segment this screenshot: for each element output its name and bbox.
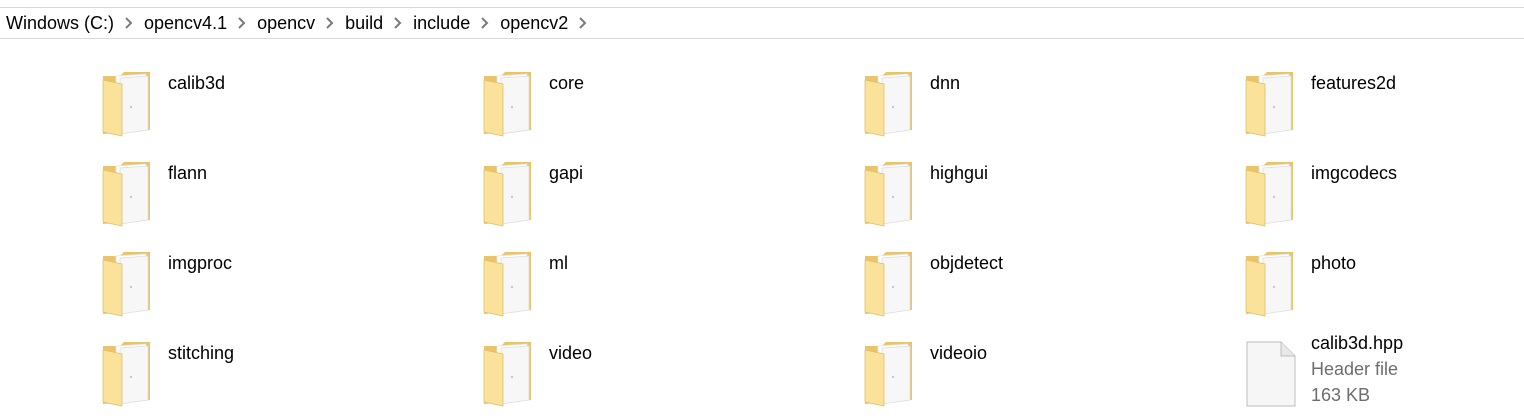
breadcrumb-item-opencv[interactable]: opencv (257, 13, 315, 34)
folder-icon (481, 250, 537, 318)
folder-item[interactable]: flann (100, 160, 460, 240)
folder-item[interactable]: gapi (481, 160, 841, 240)
folder-icon (100, 340, 156, 408)
folder-icon (862, 160, 918, 228)
folder-icon (481, 160, 537, 228)
chevron-right-icon[interactable] (315, 8, 345, 38)
folder-icon (1243, 160, 1299, 228)
folder-item[interactable]: ml (481, 250, 841, 330)
folder-item[interactable]: imgproc (100, 250, 460, 330)
folder-icon (862, 70, 918, 138)
folder-item[interactable]: dnn (862, 70, 1222, 150)
item-name: calib3d (168, 73, 226, 93)
item-name: objdetect (930, 253, 1004, 273)
folder-icon (481, 340, 537, 408)
item-name: photo (1311, 253, 1357, 273)
folder-item[interactable]: imgcodecs (1243, 160, 1524, 240)
address-bar[interactable]: Windows (C:) opencv4.1 opencv build incl… (0, 7, 1524, 39)
folder-icon (862, 250, 918, 318)
item-name: gapi (549, 163, 584, 183)
folder-icon (1243, 250, 1299, 318)
item-name: videoio (930, 343, 988, 363)
folder-item[interactable]: photo (1243, 250, 1524, 330)
item-name: dnn (930, 73, 961, 93)
file-item[interactable]: calib3d.hpp Header file 163 KB (1243, 333, 1524, 420)
chevron-right-icon[interactable] (470, 8, 500, 38)
folder-icon (1243, 70, 1299, 138)
file-grid: calib3d core dnn features2d flann gapi highgui… (0, 40, 1524, 417)
item-name: features2d (1311, 73, 1397, 93)
folder-icon (100, 70, 156, 138)
item-name: flann (168, 163, 208, 183)
breadcrumb-item-drive[interactable]: Windows (C:) (6, 13, 114, 34)
breadcrumb-item-build[interactable]: build (345, 13, 383, 34)
chevron-right-icon[interactable] (383, 8, 413, 38)
folder-item[interactable]: videoio (862, 340, 1222, 420)
folder-item[interactable]: core (481, 70, 841, 150)
document-icon (1243, 340, 1299, 408)
item-name: stitching (168, 343, 235, 363)
file-type: Header file (1311, 359, 1399, 379)
item-name: ml (549, 253, 568, 273)
breadcrumb-item-opencv2[interactable]: opencv2 (500, 13, 568, 34)
item-name: imgproc (168, 253, 233, 273)
chevron-right-icon[interactable] (568, 8, 598, 38)
file-size: 163 KB (1311, 385, 1371, 405)
folder-item[interactable]: stitching (100, 340, 460, 420)
folder-item[interactable]: calib3d (100, 70, 460, 150)
folder-item[interactable]: objdetect (862, 250, 1222, 330)
chevron-right-icon[interactable] (114, 8, 144, 38)
folder-icon (862, 340, 918, 408)
folder-item[interactable]: highgui (862, 160, 1222, 240)
breadcrumb: Windows (C:) opencv4.1 opencv build incl… (6, 8, 598, 38)
breadcrumb-item-include[interactable]: include (413, 13, 470, 34)
item-name: imgcodecs (1311, 163, 1398, 183)
item-name: highgui (930, 163, 989, 183)
item-name: core (549, 73, 585, 93)
item-name: calib3d.hpp (1311, 333, 1404, 353)
breadcrumb-item-opencv4-1[interactable]: opencv4.1 (144, 13, 227, 34)
folder-icon (481, 70, 537, 138)
folder-item[interactable]: features2d (1243, 70, 1524, 150)
item-name: video (549, 343, 593, 363)
folder-icon (100, 250, 156, 318)
folder-icon (100, 160, 156, 228)
folder-item[interactable]: video (481, 340, 841, 420)
chevron-right-icon[interactable] (227, 8, 257, 38)
